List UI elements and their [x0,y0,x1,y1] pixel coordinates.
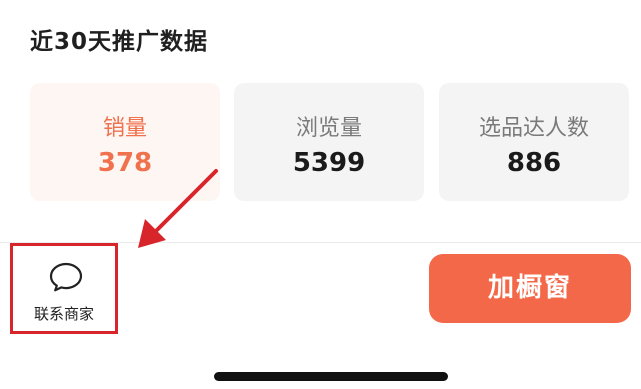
promotion-panel: 近30天推广数据 销量 378 浏览量 5399 选品达人数 886 联系商家 … [0,0,641,389]
add-to-showcase-button[interactable]: 加橱窗 [429,254,631,323]
contact-label: 联系商家 [33,305,94,323]
home-indicator [214,372,448,381]
stat-label: 销量 [102,116,147,141]
stat-value: 886 [506,148,562,178]
stat-card-sales[interactable]: 销量 378 [30,83,220,201]
section-title: 近30天推广数据 [30,29,209,55]
stat-label: 选品达人数 [478,116,589,141]
stat-label: 浏览量 [295,116,362,141]
stat-value: 378 [97,148,153,178]
contact-merchant-button[interactable]: 联系商家 [10,243,118,334]
stat-card-influencers[interactable]: 选品达人数 886 [439,83,629,201]
stat-card-views[interactable]: 浏览量 5399 [234,83,424,201]
stat-value: 5399 [292,148,366,178]
chat-bubble-icon [49,262,83,292]
